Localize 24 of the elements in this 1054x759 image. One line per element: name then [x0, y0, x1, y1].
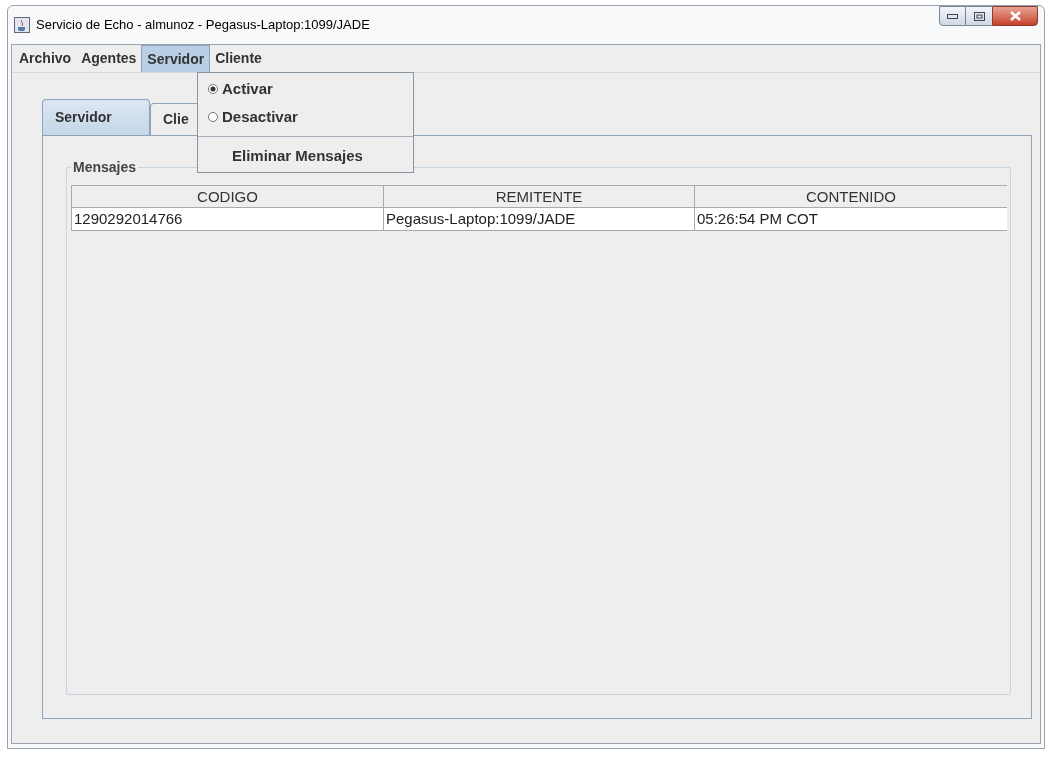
maximize-icon: [973, 11, 985, 21]
column-header[interactable]: REMITENTE: [383, 185, 694, 208]
close-icon: [1009, 11, 1021, 21]
radio-menu-item[interactable]: Activar: [198, 75, 413, 103]
menu-item[interactable]: Cliente: [210, 45, 267, 72]
minimize-button[interactable]: [939, 6, 966, 26]
panel-title: Mensajes: [71, 158, 139, 176]
table-cell: 05:26:54 PM COT: [694, 208, 1007, 231]
menu-item[interactable]: Eliminar Mensajes: [198, 142, 413, 170]
menu-item[interactable]: Archivo: [14, 45, 77, 72]
column-header[interactable]: CONTENIDO: [694, 185, 1007, 208]
maximize-button[interactable]: [966, 6, 992, 26]
minimize-icon: [947, 13, 958, 19]
window-title: Servicio de Echo - almunoz - Pegasus-Laptop:1099/JADE: [36, 16, 370, 35]
tab[interactable]: Servidor: [42, 99, 150, 135]
menu-item[interactable]: Servidor: [141, 45, 211, 72]
radio-button[interactable]: [208, 84, 218, 94]
table-cell: Pegasus-Laptop:1099/JADE: [383, 208, 694, 231]
menu-item[interactable]: Agentes: [76, 45, 142, 72]
table-cell: 1290292014766: [71, 208, 383, 231]
java-cup-icon: [14, 17, 30, 33]
radio-button[interactable]: [208, 112, 218, 122]
close-button[interactable]: [992, 6, 1038, 26]
column-header[interactable]: CODIGO: [71, 185, 383, 208]
